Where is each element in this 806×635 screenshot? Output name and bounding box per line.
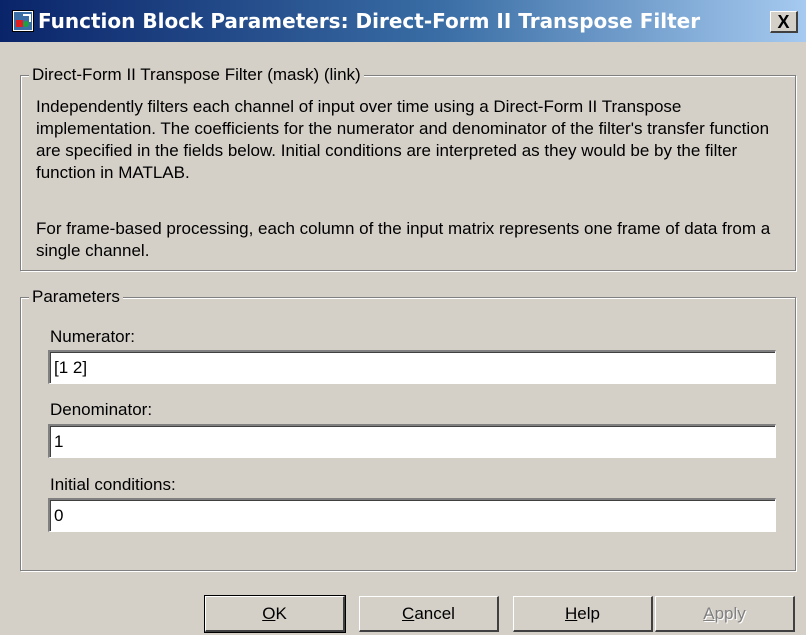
apply-mnemonic: A [703, 603, 715, 623]
numerator-label: Numerator: [50, 327, 136, 346]
close-button[interactable]: X [770, 11, 798, 33]
initial-conditions-field[interactable] [48, 498, 776, 532]
close-icon: X [777, 11, 790, 32]
cancel-button[interactable]: Cancel [359, 596, 499, 632]
initial-conditions-label: Initial conditions: [50, 475, 176, 494]
cancel-mnemonic: C [402, 603, 415, 623]
help-mnemonic: H [565, 603, 578, 623]
description-group-title: Direct-Form II Transpose Filter (mask) (… [29, 65, 364, 85]
title-bar[interactable]: Function Block Parameters: Direct-Form I… [0, 0, 806, 42]
apply-label-rest: pply [714, 603, 746, 623]
simulink-block-icon [12, 10, 34, 32]
denominator-field[interactable] [48, 424, 776, 458]
parameters-group-title: Parameters [29, 287, 123, 307]
window-title: Function Block Parameters: Direct-Form I… [38, 9, 701, 33]
denominator-label: Denominator: [50, 400, 153, 419]
description-paragraph-2: For frame-based processing, each column … [36, 219, 771, 260]
help-label-rest: elp [577, 603, 600, 623]
ok-button[interactable]: OK [204, 595, 346, 633]
help-button[interactable]: Help [513, 596, 653, 632]
ok-mnemonic: O [262, 603, 276, 623]
ok-label-rest: K [275, 603, 287, 623]
cancel-label-rest: ancel [414, 603, 455, 623]
dialog-window: Function Block Parameters: Direct-Form I… [0, 0, 806, 635]
apply-button[interactable]: Apply [655, 596, 795, 632]
numerator-field[interactable] [48, 350, 776, 384]
description-paragraph-1: Independently filters each channel of in… [36, 97, 770, 182]
